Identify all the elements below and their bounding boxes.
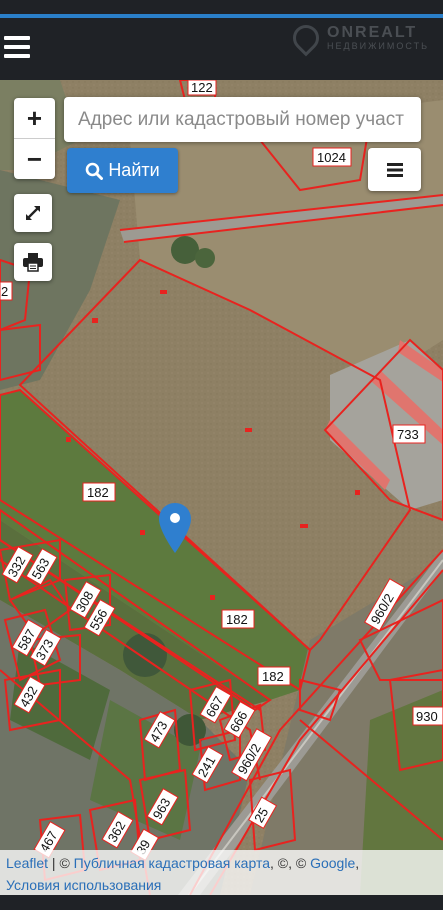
map-attribution: Leaflet | © Публичная кадастровая карта,… <box>0 850 443 895</box>
parcel-label[interactable]: 733 <box>392 424 426 444</box>
parcel-label[interactable]: 182 <box>257 666 291 686</box>
cadastral-map[interactable]: 122 1024 2 733 182 182 182 332 563 308 5… <box>0 80 443 895</box>
svg-text:930: 930 <box>416 709 438 724</box>
fullscreen-button[interactable] <box>14 194 52 232</box>
bottom-bar <box>0 895 443 910</box>
svg-text:733: 733 <box>397 427 419 442</box>
hamburger-icon[interactable] <box>4 36 30 60</box>
parcel-label[interactable]: 182 <box>82 482 116 502</box>
layers-menu-button[interactable] <box>368 148 421 191</box>
find-button[interactable]: Найти <box>67 148 178 193</box>
parcel-label[interactable]: 122 <box>187 80 217 96</box>
terms-link[interactable]: Условия использования <box>6 877 161 893</box>
svg-text:182: 182 <box>262 669 284 684</box>
find-button-label: Найти <box>108 160 160 180</box>
leaflet-link[interactable]: Leaflet <box>6 855 48 871</box>
print-button[interactable] <box>14 243 52 281</box>
parcel-label[interactable]: 182 <box>221 609 255 629</box>
search-icon <box>86 162 104 180</box>
google-link[interactable]: Google <box>310 855 355 871</box>
logo-subtitle: НЕДВИЖИМОСТЬ <box>327 40 429 51</box>
header-accent-line <box>0 14 443 18</box>
pkk-link[interactable]: Публичная кадастровая карта <box>74 855 270 871</box>
svg-text:182: 182 <box>226 612 248 627</box>
zoom-control: + − <box>14 98 55 179</box>
layers-menu-icon <box>386 162 403 177</box>
svg-text:122: 122 <box>191 80 213 95</box>
svg-text:1024: 1024 <box>317 150 346 165</box>
zoom-in-button[interactable]: + <box>14 98 55 138</box>
logo-pin-icon <box>287 19 325 57</box>
svg-text:2: 2 <box>1 284 8 299</box>
zoom-out-button[interactable]: − <box>14 139 55 179</box>
attribution-separator: | © <box>48 855 74 871</box>
parcel-label[interactable]: 2 <box>0 281 13 301</box>
svg-text:182: 182 <box>87 485 109 500</box>
app-header: ONREALT НЕДВИЖИМОСТЬ <box>0 0 443 80</box>
logo-brand: ONREALT <box>327 23 418 41</box>
satellite-imagery: 122 1024 2 733 182 182 182 332 563 308 5… <box>0 80 443 895</box>
fullscreen-icon <box>26 206 40 220</box>
location-pin-icon[interactable] <box>158 502 192 554</box>
address-search-input[interactable] <box>64 97 421 142</box>
parcel-label[interactable]: 1024 <box>312 147 352 167</box>
attribution-separator: , ©, © <box>270 855 311 871</box>
parcel-label[interactable]: 930 <box>412 706 443 726</box>
printer-icon <box>23 253 43 272</box>
attribution-separator: , <box>355 855 360 871</box>
brand-logo: ONREALT НЕДВИЖИМОСТЬ <box>287 19 429 57</box>
